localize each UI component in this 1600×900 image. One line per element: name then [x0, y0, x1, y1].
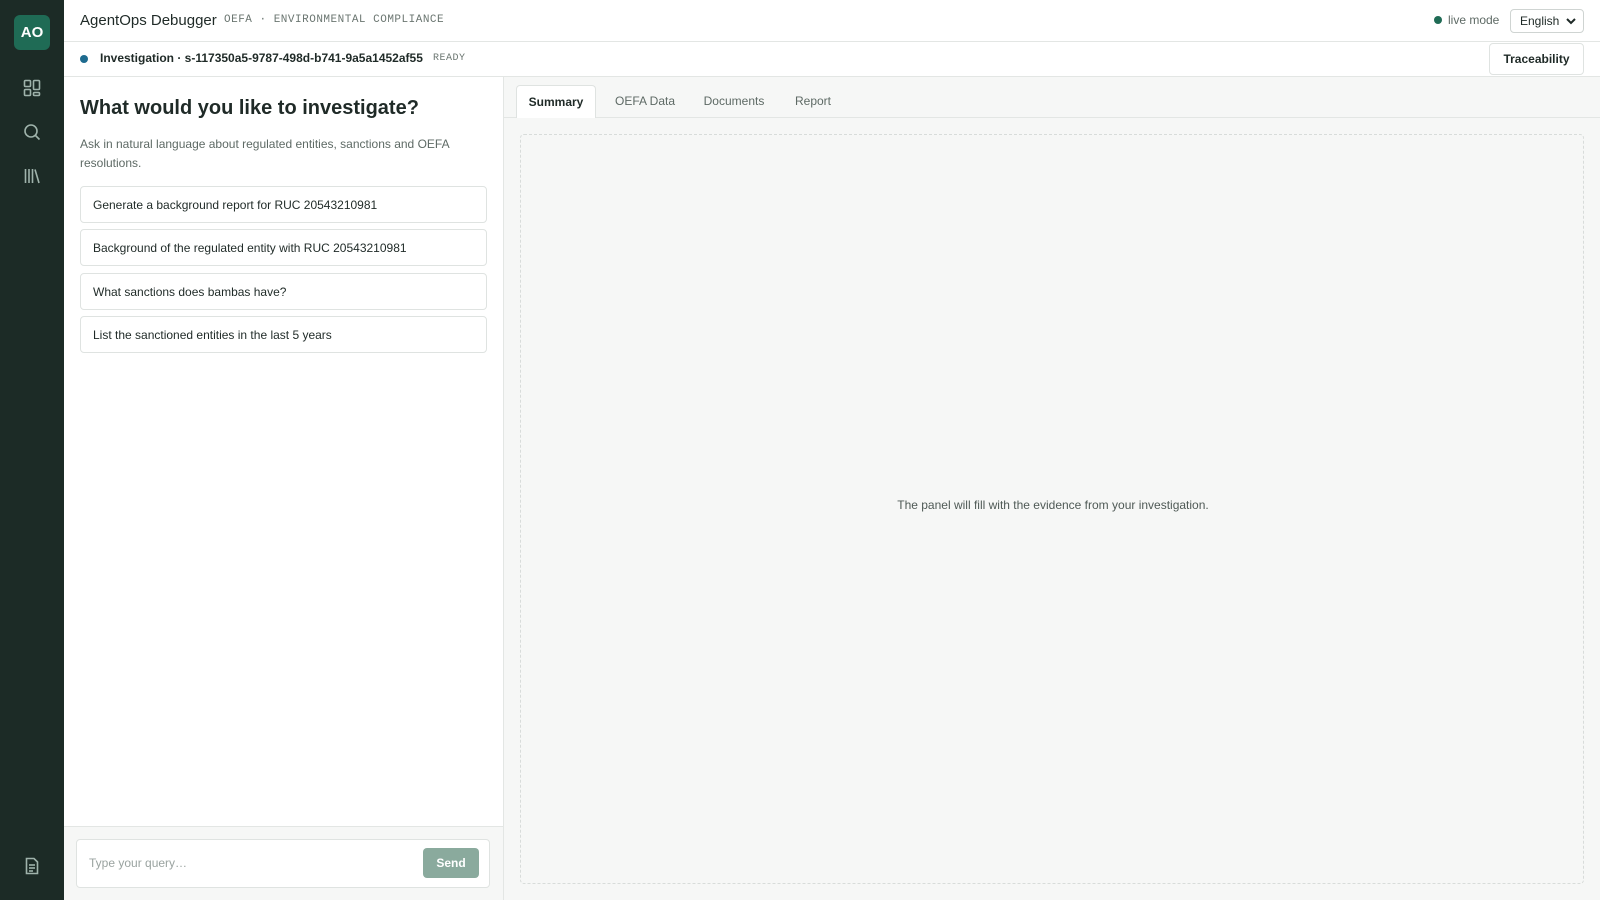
investigate-heading: What would you like to investigate? — [80, 97, 419, 119]
session-status-dot — [80, 55, 88, 63]
tab-summary[interactable]: Summary — [516, 85, 596, 118]
document-icon[interactable] — [20, 854, 44, 878]
search-icon[interactable] — [20, 120, 44, 144]
evidence-pane: Summary OEFA Data Documents Report The p… — [504, 77, 1600, 900]
send-button[interactable]: Send — [423, 848, 479, 878]
live-mode-indicator: live mode — [1434, 13, 1499, 27]
dashboard-icon[interactable] — [20, 76, 44, 100]
library-icon[interactable] — [20, 164, 44, 188]
chat-pane: What would you like to investigate? Ask … — [64, 77, 504, 900]
chevron-down-icon — [1565, 15, 1577, 27]
suggestion-item[interactable]: Generate a background report for RUC 205… — [80, 186, 487, 223]
query-composer: Send — [76, 839, 490, 888]
suggestion-item[interactable]: Background of the regulated entity with … — [80, 229, 487, 266]
app-logo[interactable]: AO — [14, 15, 50, 50]
live-status-dot — [1434, 16, 1442, 24]
tab-report[interactable]: Report — [782, 85, 844, 117]
language-select[interactable]: English — [1510, 9, 1584, 33]
top-bar: AgentOps Debugger OEFA · ENVIRONMENTAL C… — [64, 0, 1600, 42]
composer-area: Send — [64, 826, 503, 900]
app-subtitle: OEFA · ENVIRONMENTAL COMPLIANCE — [224, 14, 445, 26]
suggestion-item[interactable]: List the sanctioned entities in the last… — [80, 316, 487, 353]
tab-documents[interactable]: Documents — [692, 85, 776, 117]
session-title: Investigation · s-117350a5-9787-498d-b74… — [100, 51, 423, 65]
evidence-empty-message: The panel will fill with the evidence fr… — [897, 498, 1209, 512]
suggestion-item[interactable]: What sanctions does bambas have? — [80, 273, 487, 310]
traceability-button[interactable]: Traceability — [1489, 43, 1584, 75]
session-bar: Investigation · s-117350a5-9787-498d-b74… — [64, 42, 1600, 77]
tab-oefa-data[interactable]: OEFA Data — [604, 85, 686, 117]
investigate-description: Ask in natural language about regulated … — [80, 137, 449, 170]
app-title: AgentOps Debugger — [80, 12, 217, 29]
evidence-tabs: Summary OEFA Data Documents Report — [504, 77, 1600, 118]
language-value: English — [1520, 14, 1560, 28]
session-status-badge: READY — [433, 53, 466, 64]
live-mode-label: live mode — [1448, 13, 1500, 27]
query-input[interactable] — [89, 852, 399, 874]
nav-rail: AO — [0, 0, 64, 900]
evidence-panel: The panel will fill with the evidence fr… — [520, 134, 1584, 884]
